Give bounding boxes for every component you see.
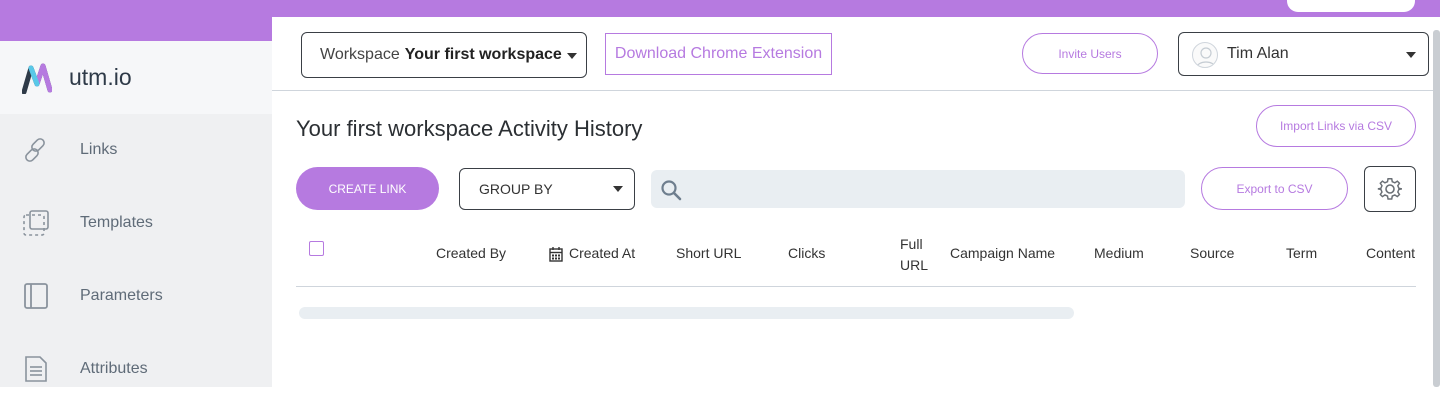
sidebar-item-label: Parameters <box>80 287 163 304</box>
chevron-down-icon <box>613 186 623 192</box>
column-content[interactable]: Content <box>1366 245 1415 261</box>
sidebar: utm.io Links Templates Parameters Attrib… <box>0 41 272 387</box>
chevron-down-icon <box>567 53 577 59</box>
download-chrome-extension-button[interactable]: Download Chrome Extension <box>605 33 832 75</box>
link-icon <box>25 138 45 162</box>
export-csv-button[interactable]: Export to CSV <box>1201 167 1348 210</box>
avatar <box>1192 42 1218 68</box>
select-all-checkbox[interactable] <box>309 241 324 256</box>
calendar-icon <box>549 247 563 262</box>
template-icon <box>23 210 49 236</box>
workspace-prefix: Workspace <box>320 46 400 63</box>
group-by-select[interactable]: GROUP BY <box>459 168 635 210</box>
sidebar-item-links[interactable]: Links <box>0 120 272 180</box>
header: Workspace Your first workspace Download … <box>272 17 1440 91</box>
scrollbar[interactable] <box>1433 30 1440 387</box>
sidebar-top-band <box>0 17 272 41</box>
sidebar-item-label: Links <box>80 141 118 158</box>
chevron-down-icon <box>1406 52 1416 58</box>
workspace-select[interactable]: Workspace Your first workspace <box>301 32 587 78</box>
create-link-button[interactable]: CREATE LINK <box>296 167 439 210</box>
sidebar-item-attributes[interactable]: Attributes <box>0 339 272 399</box>
column-term[interactable]: Term <box>1286 245 1317 261</box>
column-full-url[interactable]: Full URL <box>900 234 932 276</box>
sidebar-item-label: Templates <box>80 214 153 231</box>
brand[interactable]: utm.io <box>0 41 272 114</box>
search-icon <box>661 180 682 201</box>
group-by-label: GROUP BY <box>479 181 553 197</box>
column-source[interactable]: Source <box>1190 245 1234 261</box>
parameters-icon <box>24 283 48 309</box>
search-input[interactable] <box>691 170 1181 208</box>
import-links-csv-button[interactable]: Import Links via CSV <box>1256 105 1416 147</box>
gear-icon <box>1377 178 1402 200</box>
top-banner <box>0 0 1440 17</box>
column-short-url[interactable]: Short URL <box>676 245 741 261</box>
user-icon <box>1195 47 1217 67</box>
user-menu[interactable]: Tim Alan <box>1178 32 1429 76</box>
column-campaign-name[interactable]: Campaign Name <box>950 245 1055 261</box>
document-icon <box>25 356 47 382</box>
sidebar-item-templates[interactable]: Templates <box>0 193 272 253</box>
sidebar-item-parameters[interactable]: Parameters <box>0 266 272 326</box>
column-created-by[interactable]: Created By <box>436 245 506 261</box>
column-clicks[interactable]: Clicks <box>788 245 825 261</box>
column-created-at[interactable]: Created At <box>569 245 635 261</box>
sidebar-item-label: Attributes <box>80 360 148 377</box>
workspace-name: Your first workspace <box>404 46 562 63</box>
brand-name: utm.io <box>69 64 132 90</box>
page-title: Your first workspace Activity History <box>296 116 643 141</box>
utm-logo-icon <box>22 63 52 94</box>
table-header: Created By Created At Short URL Clicks F… <box>296 230 1416 287</box>
invite-users-button[interactable]: Invite Users <box>1022 33 1158 74</box>
top-banner-button[interactable] <box>1287 0 1415 12</box>
loading-placeholder <box>299 307 1074 319</box>
settings-button[interactable] <box>1364 166 1416 212</box>
search-bar[interactable] <box>651 170 1185 208</box>
user-name: Tim Alan <box>1227 45 1289 62</box>
column-medium[interactable]: Medium <box>1094 245 1144 261</box>
